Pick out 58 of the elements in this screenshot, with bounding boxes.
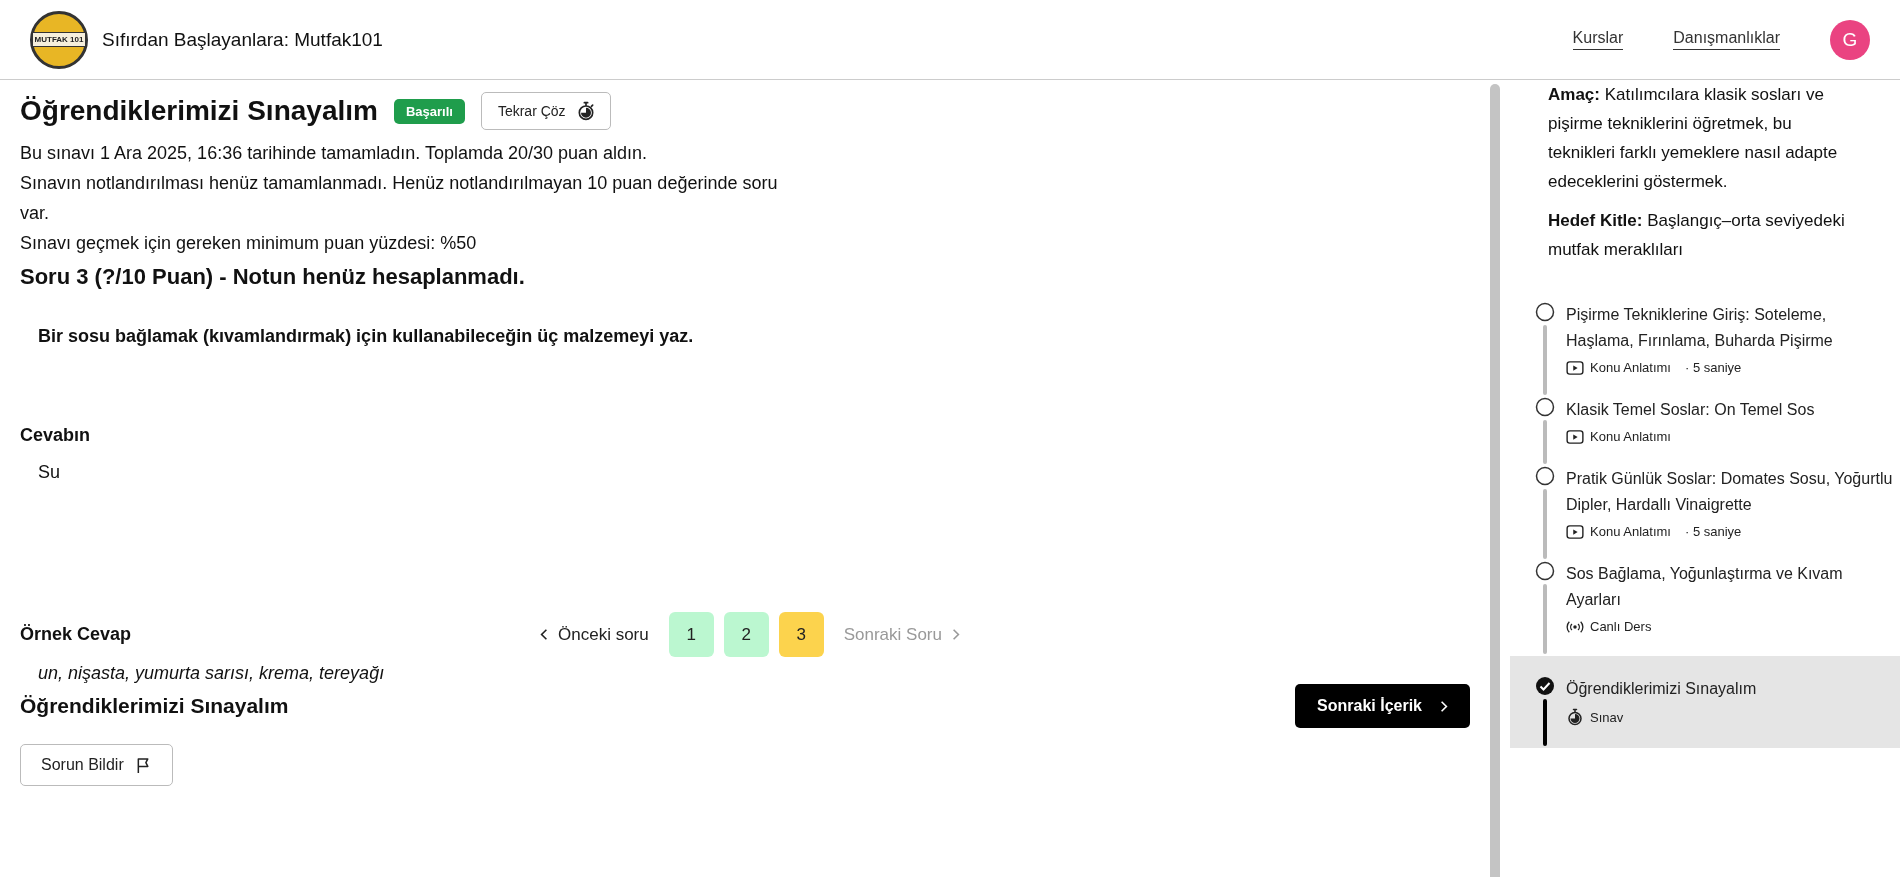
next-content-button[interactable]: Sonraki İçerik xyxy=(1295,684,1470,728)
lesson-title: Klasik Temel Soslar: On Temel Sos xyxy=(1566,400,1816,420)
play-icon xyxy=(1566,429,1584,444)
nav-link[interactable]: Danışmanlıklar xyxy=(1673,29,1780,50)
chevron-right-icon xyxy=(1440,699,1448,713)
previous-question-button[interactable]: Önceki soru xyxy=(530,618,659,651)
circle-icon xyxy=(1535,466,1555,486)
broadcast-icon xyxy=(1566,619,1584,634)
chevron-left-icon xyxy=(540,628,548,641)
avatar-button[interactable]: G xyxy=(1830,19,1870,60)
lesson-title: Pişirme Tekniklerine Giriş: Soteleme, Haşlama, Fırınlama, Buharda Pişirme xyxy=(1566,305,1834,351)
lesson-title: Öğrendiklerimizi Sınayalım xyxy=(20,694,289,718)
lesson-item[interactable]: Sos Bağlama, Yoğunlaştırma ve Kıvam Ayarları Canlı Ders xyxy=(1510,561,1900,656)
sample-answer-text: un, nişasta, yumurta sarısı, krema, tereyağı xyxy=(38,663,386,684)
course-description: Hedef Kitle: Başlangıç–orta seviyedeki mutfak meraklıları xyxy=(1548,210,1846,261)
lesson-type: Konu Anlatımı xyxy=(1590,360,1671,375)
nav-link[interactable]: Kurslar xyxy=(1572,29,1624,50)
stopwatch-icon xyxy=(1566,708,1584,726)
chevron-right-icon xyxy=(952,628,960,641)
summary-text: Sınavın notlandırılması henüz tamamlanmadı. Henüz notlandırılmayan 10 puan değerinde soru var. xyxy=(20,172,779,225)
answer-label: Cevabın xyxy=(20,425,92,446)
logo-text: MUTFAK 101 xyxy=(31,32,87,47)
lesson-item[interactable]: Klasik Temel Soslar: On Temel Sos Konu Anlatımı xyxy=(1510,397,1900,466)
circle-icon xyxy=(1535,561,1555,581)
scrollbar[interactable] xyxy=(1490,84,1500,877)
lesson-title: Pratik Günlük Soslar: Domates Sosu, Yoğurtlu Dipler, Hardallı Vinaigrette xyxy=(1566,469,1894,515)
course-description: Amaç: Katılımcılara klasik sosları ve pişirme tekniklerini öğretmek, bu teknikleri farklı yemeklere nasıl adapte edeceklerini göstermek. xyxy=(1548,84,1839,193)
lesson-item[interactable]: Pratik Günlük Soslar: Domates Sosu, Yoğurtlu Dipler, Hardallı Vinaigrette Konu Anlatımı · 5 saniye xyxy=(1510,466,1900,561)
page-button[interactable]: 3 xyxy=(778,612,824,657)
flag-icon xyxy=(135,756,152,774)
lesson-title: Sos Bağlama, Yoğunlaştırma ve Kıvam Ayarları xyxy=(1566,564,1844,610)
question-heading: Soru 3 (?/10 Puan) - Notun henüz hesaplanmadı. xyxy=(20,264,526,290)
sample-answer-label: Örnek Cevap xyxy=(20,624,133,645)
retry-button[interactable]: Tekrar Çöz xyxy=(480,92,611,130)
lesson-type: Sınav xyxy=(1590,709,1624,725)
status-badge: Başarılı xyxy=(393,98,465,124)
check-circle-icon xyxy=(1535,676,1555,696)
lesson-title: Öğrendiklerimizi Sınayalım xyxy=(1566,679,1758,699)
question-text: Bir sosu bağlamak (kıvamlandırmak) için kullanabileceğin üç malzemeyi yaz. xyxy=(38,326,695,347)
play-icon xyxy=(1566,524,1584,539)
lesson-duration: · 5 saniye xyxy=(1684,524,1742,539)
report-issue-button[interactable]: Sorun Bildir xyxy=(20,744,173,786)
lesson-duration: · 5 saniye xyxy=(1684,360,1742,375)
lesson-item[interactable]: Öğrendiklerimizi Sınayalım Sınav xyxy=(1510,656,1900,748)
summary-text: Bu sınavı 1 Ara 2025, 16:36 tarihinde tamamladın. Toplamda 20/30 puan aldın. xyxy=(20,142,649,165)
quiz-title: Öğrendiklerimizi Sınayalım xyxy=(20,95,378,127)
page-button[interactable]: 2 xyxy=(723,612,769,657)
lesson-item[interactable]: Pişirme Tekniklerine Giriş: Soteleme, Haşlama, Fırınlama, Buharda Pişirme Konu Anlatımı · 5 saniye xyxy=(1510,302,1900,397)
answer-text: Su xyxy=(38,462,62,484)
circle-icon xyxy=(1535,302,1555,322)
page-button[interactable]: 1 xyxy=(668,612,714,657)
play-icon xyxy=(1566,360,1584,375)
lesson-type: Konu Anlatımı xyxy=(1590,524,1671,539)
summary-text: Sınavı geçmek için gereken minimum puan yüzdesi: %50 xyxy=(20,232,478,255)
circle-icon xyxy=(1535,397,1555,417)
course-title: Sıfırdan Başlayanlara: Mutfak101 xyxy=(102,28,383,51)
lesson-type: Konu Anlatımı xyxy=(1590,429,1671,444)
lesson-type: Canlı Ders xyxy=(1590,619,1652,634)
